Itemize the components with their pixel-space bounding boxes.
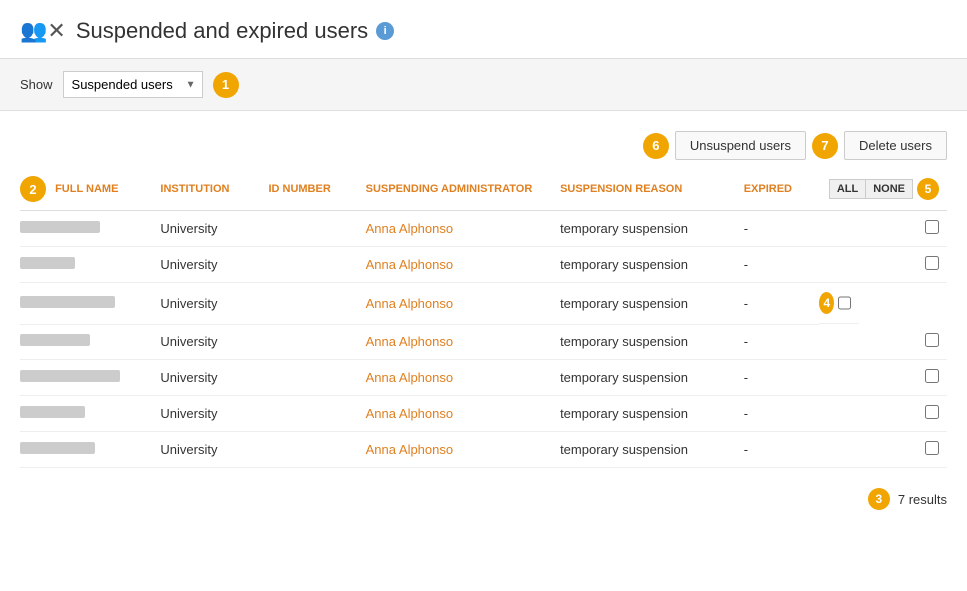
row-checkbox[interactable] [925,369,939,383]
cell-idnumber [268,283,365,325]
cell-institution: University [160,324,268,360]
cell-admin: Anna Alphonso [366,432,560,468]
cell-checkbox[interactable] [819,247,947,283]
cell-fullname [20,283,160,325]
col-fullname: 2 FULL NAME [20,168,160,211]
cell-expired: - [744,247,820,283]
users-icon: 👥✕ [20,18,66,44]
cell-institution: University [160,396,268,432]
cell-idnumber [268,360,365,396]
none-button[interactable]: NONE [866,180,912,198]
cell-admin: Anna Alphonso [366,360,560,396]
cell-admin: Anna Alphonso [366,283,560,325]
page-header: 👥✕ Suspended and expired users i [0,0,967,59]
badge-6: 6 [643,133,669,159]
cell-idnumber [268,247,365,283]
cell-reason: temporary suspension [560,247,744,283]
cell-fullname [20,432,160,468]
action-bar: 6 Unsuspend users 7 Delete users [20,131,947,160]
cell-expired: - [744,211,820,247]
cell-fullname [20,324,160,360]
cell-institution: University [160,432,268,468]
badge-7: 7 [812,133,838,159]
badge-2: 2 [20,176,46,202]
col-fullname-label: FULL NAME [55,183,118,195]
show-select-wrapper[interactable]: Suspended users Expired users All users [63,71,203,98]
results-bar: 3 7 results [20,488,947,510]
cell-reason: temporary suspension [560,360,744,396]
cell-admin: Anna Alphonso [366,247,560,283]
cell-institution: University [160,211,268,247]
cell-admin: Anna Alphonso [366,211,560,247]
cell-expired: - [744,283,820,325]
cell-reason: temporary suspension [560,396,744,432]
row-checkbox[interactable] [925,405,939,419]
cell-expired: - [744,432,820,468]
cell-institution: University [160,283,268,325]
all-button[interactable]: ALL [830,180,866,198]
unsuspend-users-button[interactable]: Unsuspend users [675,131,806,160]
cell-institution: University [160,247,268,283]
cell-checkbox[interactable] [819,324,947,360]
cell-idnumber [268,211,365,247]
cell-fullname [20,247,160,283]
col-expired: EXPIRED [744,168,820,211]
cell-expired: - [744,324,820,360]
col-idnumber: ID NUMBER [268,168,365,211]
all-none-group: ALL NONE [829,179,913,199]
table-row: University Anna Alphonso temporary suspe… [20,396,947,432]
cell-idnumber [268,432,365,468]
cell-checkbox[interactable] [819,211,947,247]
cell-expired: - [744,360,820,396]
cell-checkbox[interactable] [819,360,947,396]
cell-checkbox[interactable]: 4 [819,283,859,324]
badge-3: 3 [868,488,890,510]
row-checkbox[interactable] [925,256,939,270]
show-label: Show [20,77,53,92]
results-count: 7 results [898,492,947,507]
filter-bar: Show Suspended users Expired users All u… [0,59,967,111]
cell-reason: temporary suspension [560,432,744,468]
info-icon[interactable]: i [376,22,394,40]
cell-fullname [20,360,160,396]
col-admin: SUSPENDING ADMINISTRATOR [366,168,560,211]
cell-reason: temporary suspension [560,211,744,247]
row-checkbox[interactable] [925,220,939,234]
badge-5: 5 [917,178,939,200]
badge-4: 4 [819,292,834,314]
col-select: ALL NONE 5 [819,168,947,211]
table-row: University Anna Alphonso temporary suspe… [20,324,947,360]
cell-expired: - [744,396,820,432]
main-content: 6 Unsuspend users 7 Delete users 2 FULL … [0,111,967,530]
row-checkbox[interactable] [838,296,851,310]
table-row: University Anna Alphonso temporary suspe… [20,247,947,283]
users-table: 2 FULL NAME INSTITUTION ID NUMBER SUSPEN… [20,168,947,468]
table-row: University Anna Alphonso temporary suspe… [20,360,947,396]
row-checkbox[interactable] [925,333,939,347]
filter-badge-1: 1 [213,72,239,98]
cell-fullname [20,396,160,432]
page-title: Suspended and expired users [76,18,368,44]
table-row: University Anna Alphonso temporary suspe… [20,432,947,468]
col-reason: SUSPENSION REASON [560,168,744,211]
col-institution: INSTITUTION [160,168,268,211]
show-select[interactable]: Suspended users Expired users All users [63,71,203,98]
row-checkbox[interactable] [925,441,939,455]
cell-admin: Anna Alphonso [366,396,560,432]
cell-checkbox[interactable] [819,432,947,468]
cell-reason: temporary suspension [560,324,744,360]
cell-reason: temporary suspension [560,283,744,325]
delete-users-button[interactable]: Delete users [844,131,947,160]
table-row: University Anna Alphonso temporary suspe… [20,283,947,325]
cell-admin: Anna Alphonso [366,324,560,360]
cell-institution: University [160,360,268,396]
cell-checkbox[interactable] [819,396,947,432]
cell-fullname [20,211,160,247]
table-row: University Anna Alphonso temporary suspe… [20,211,947,247]
cell-idnumber [268,396,365,432]
cell-idnumber [268,324,365,360]
